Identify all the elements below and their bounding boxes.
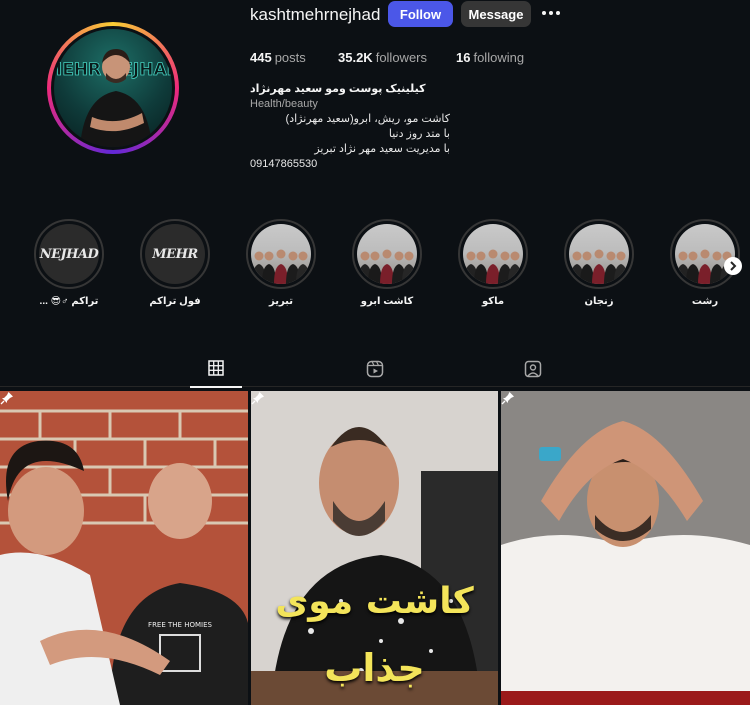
- bio-line: با متد روز دنیا: [388, 128, 450, 140]
- highlight-cover: MEHR: [145, 224, 205, 284]
- message-button[interactable]: Message: [461, 1, 531, 27]
- pin-icon: [251, 392, 264, 405]
- followers-count: 35.2K: [338, 50, 373, 65]
- highlight-item[interactable]: NEJHAD ... 😎♂ تراکم: [33, 219, 105, 307]
- post-caption-line2: جذاب: [324, 646, 425, 690]
- group-photo-image: [252, 249, 310, 284]
- group-photo-image: [358, 249, 416, 284]
- posts-label: posts: [274, 50, 306, 65]
- post-image: FREE THE HOMIES: [0, 391, 248, 705]
- bio-phone: 09147865530: [250, 158, 318, 170]
- highlight-label: زنجان: [584, 296, 614, 307]
- followers-stat[interactable]: 35.2K followers: [338, 50, 427, 65]
- highlight-label: ماکو: [481, 296, 505, 307]
- highlight-cover: [357, 224, 417, 284]
- highlight-item[interactable]: تبریز: [245, 219, 317, 307]
- tab-posts[interactable]: [190, 360, 242, 388]
- highlight-cover: [569, 224, 629, 284]
- highlight-item[interactable]: ماکو: [457, 219, 529, 307]
- post-caption-line1: کاشت موی: [275, 581, 474, 622]
- following-count: 16: [456, 50, 471, 65]
- chevron-right-icon: [730, 261, 737, 271]
- post-tile[interactable]: کاشت موی جذاب: [251, 391, 498, 705]
- highlight-cover: NEJHAD: [39, 224, 99, 284]
- highlight-item[interactable]: زنجان: [563, 219, 635, 307]
- highlight-label: فول تراکم: [149, 296, 201, 307]
- bio-category: Health/beauty: [250, 98, 318, 110]
- highlight-logo-text: MEHR: [152, 246, 198, 262]
- highlight-label: کاشت ابرو: [360, 296, 414, 307]
- posts-count: 445: [250, 50, 272, 65]
- bio-name: کیلینیک پوست ومو سعید مهرنژاد: [250, 83, 426, 95]
- grid-icon: [208, 360, 224, 376]
- following-label: following: [473, 50, 525, 65]
- group-photo-image: [676, 249, 734, 284]
- bio-line: با مدیریت سعید مهر نژاد تبریز: [314, 143, 450, 155]
- profile-avatar[interactable]: MEHR NEJHAD: [47, 22, 179, 154]
- reels-icon: [366, 360, 384, 378]
- follow-button[interactable]: Follow: [388, 1, 453, 27]
- post-image: [501, 391, 750, 705]
- highlight-label: رشت: [691, 296, 719, 307]
- posts-stat: 445 posts: [250, 50, 306, 65]
- profile-bio: کیلینیک پوست ومو سعید مهرنژاد Health/bea…: [250, 82, 450, 172]
- highlight-item[interactable]: کاشت ابرو: [351, 219, 423, 307]
- following-stat[interactable]: 16 following: [456, 50, 524, 65]
- highlights-next-button[interactable]: [724, 257, 742, 275]
- highlight-cover: [463, 224, 523, 284]
- highlight-label: تبریز: [268, 296, 294, 307]
- tagged-icon: [524, 360, 542, 378]
- shirt-text: FREE THE HOMIES: [148, 621, 212, 629]
- post-tile[interactable]: FREE THE HOMIES: [0, 391, 248, 705]
- tab-reels[interactable]: [349, 360, 401, 388]
- bio-line: کاشت مو، ریش، ابرو(سعید مهرنژاد): [285, 113, 450, 125]
- pin-icon: [501, 392, 514, 405]
- followers-label: followers: [375, 50, 427, 65]
- highlight-cover: [251, 224, 311, 284]
- highlight-label: ... 😎♂ تراکم: [39, 296, 99, 307]
- post-tile[interactable]: [501, 391, 750, 705]
- tab-tagged[interactable]: [507, 360, 559, 388]
- highlight-item[interactable]: MEHR فول تراکم: [139, 219, 211, 307]
- more-options-icon[interactable]: [541, 4, 561, 22]
- highlight-logo-text: NEJHAD: [39, 246, 99, 262]
- highlight-cover: [675, 224, 735, 284]
- group-photo-image: [464, 249, 522, 284]
- profile-username: kashtmehrnejhad: [250, 5, 381, 24]
- group-photo-image: [570, 249, 628, 284]
- pin-icon: [0, 392, 13, 405]
